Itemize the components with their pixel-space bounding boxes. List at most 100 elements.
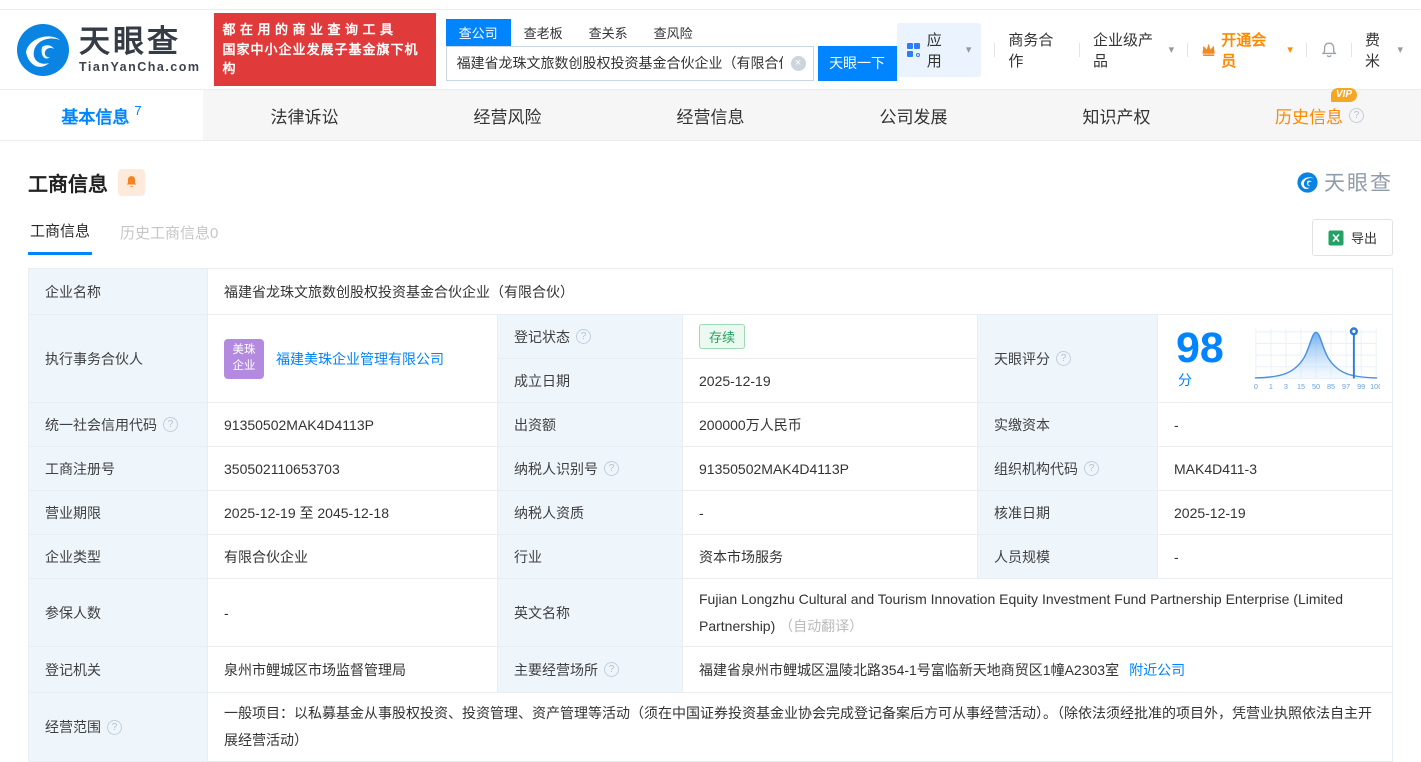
english-name-value: Fujian Longzhu Cultural and Tourism Inno…: [683, 579, 1392, 647]
address-value: 福建省泉州市鲤城区温陵北路354-1号富临新天地商贸区1幢A2303室 附近公司: [683, 647, 1392, 693]
apps-grid-icon: [906, 42, 920, 57]
tax-qualification-value: -: [683, 491, 978, 535]
svg-text:3: 3: [1284, 382, 1288, 391]
term-label: 营业期限: [29, 491, 208, 535]
menu-divider: [1305, 42, 1307, 57]
tab-basic-info[interactable]: 基本信息 7: [0, 90, 203, 140]
company-type-label: 企业类型: [29, 535, 208, 579]
company-name-value: 福建省龙珠文旅数创股权投资基金合伙企业（有限合伙）: [208, 269, 1392, 315]
partner-company-avatar[interactable]: 美珠 企业: [224, 338, 264, 379]
svg-text:99: 99: [1357, 382, 1365, 391]
help-icon[interactable]: [1084, 461, 1099, 476]
subscribe-bell-button[interactable]: [118, 168, 145, 196]
help-icon[interactable]: [107, 719, 122, 735]
brand-name: 天眼查: [79, 23, 181, 59]
subtab-row: 工商信息 历史工商信息0 导出: [28, 219, 1393, 256]
company-name-label: 企业名称: [29, 269, 208, 315]
capital-value: 200000万人民币: [683, 403, 978, 447]
uscc-label: 统一社会信用代码: [29, 403, 208, 447]
score-label: 天眼评分: [978, 315, 1158, 403]
tax-id-label: 纳税人识别号: [498, 447, 683, 491]
search-tabs: 查公司 查老板 查关系 查风险: [445, 18, 897, 46]
term-value: 2025-12-19 至 2045-12-18: [208, 491, 498, 535]
tax-id-value: 91350502MAK4D4113P: [683, 447, 978, 491]
score-cell: 98分 0 1 3 15 50 85 97 99 10: [1158, 315, 1392, 403]
watermark-text: 天眼查: [1324, 172, 1393, 195]
help-icon[interactable]: [604, 461, 619, 476]
est-date-value: 2025-12-19: [683, 359, 978, 403]
help-icon[interactable]: [163, 417, 178, 432]
search-tab-relation[interactable]: 查关系: [576, 19, 641, 46]
excel-icon: [1328, 230, 1344, 245]
svg-text:15: 15: [1297, 382, 1305, 391]
svg-text:100: 100: [1370, 382, 1380, 391]
scope-label: 经营范围: [29, 693, 208, 761]
authority-label: 登记机关: [29, 647, 208, 693]
search-button[interactable]: 天眼一下: [817, 45, 897, 81]
menu-cooperation[interactable]: 商务合作: [1008, 29, 1066, 71]
tab-legal-litigation[interactable]: 法律诉讼: [203, 90, 406, 140]
header-menu: 应用 商务合作 企业级产品 开通会员 费米: [896, 22, 1403, 77]
svg-text:0: 0: [1254, 382, 1258, 391]
tianyancha-logo-icon: [17, 23, 69, 76]
partner-company-link[interactable]: 福建美珠企业管理有限公司: [276, 349, 444, 369]
search-input[interactable]: [445, 45, 814, 81]
section-title: 工商信息: [28, 173, 108, 196]
tax-qualification-label: 纳税人资质: [498, 491, 683, 535]
menu-divider: [994, 42, 996, 57]
address-label: 主要经营场所: [498, 647, 683, 693]
tab-company-development[interactable]: 公司发展: [812, 90, 1015, 140]
notification-bell-icon: [126, 176, 137, 188]
uscc-value: 91350502MAK4D4113P: [208, 403, 498, 447]
menu-divider: [1351, 42, 1352, 57]
notifications-bell-icon[interactable]: [1320, 40, 1338, 60]
svg-text:97: 97: [1342, 382, 1350, 391]
tianyancha-watermark-icon: [1297, 171, 1318, 193]
subtab-business-registration[interactable]: 工商信息: [28, 220, 93, 255]
reg-no-value: 350502110653703: [208, 447, 498, 491]
paid-capital-label: 实缴资本: [978, 403, 1158, 447]
staff-size-value: -: [1158, 535, 1392, 579]
company-nav-tabs: 基本信息 7 法律诉讼 经营风险 经营信息 公司发展 知识产权 历史信息 VIP: [0, 87, 1421, 141]
english-name-label: 英文名称: [498, 579, 683, 647]
menu-open-vip[interactable]: 开通会员: [1201, 29, 1293, 71]
help-icon[interactable]: [576, 329, 591, 344]
vip-badge: VIP: [1330, 87, 1357, 102]
clear-search-icon[interactable]: [790, 55, 806, 71]
paid-capital-value: -: [1158, 403, 1392, 447]
approval-date-value: 2025-12-19: [1158, 491, 1392, 535]
partner-label: 执行事务合伙人: [29, 315, 208, 403]
capital-label: 出资额: [498, 403, 683, 447]
partner-cell: 美珠 企业 福建美珠企业管理有限公司: [208, 315, 498, 403]
help-icon[interactable]: [1349, 107, 1364, 123]
org-code-value: MAK4D411-3: [1158, 447, 1392, 491]
reg-status-label: 登记状态: [498, 315, 683, 359]
industry-label: 行业: [498, 535, 683, 579]
menu-divider: [1079, 42, 1080, 57]
apps-menu[interactable]: 应用: [896, 22, 982, 77]
help-icon[interactable]: [1056, 351, 1071, 366]
menu-divider: [1187, 42, 1189, 57]
user-menu[interactable]: 费米: [1365, 29, 1403, 71]
menu-enterprise-products[interactable]: 企业级产品: [1093, 29, 1174, 71]
tab-operating-risk[interactable]: 经营风险: [406, 90, 609, 140]
help-icon[interactable]: [604, 662, 619, 677]
status-badge: 存续: [699, 324, 746, 349]
search-tab-boss[interactable]: 查老板: [511, 19, 576, 46]
subtab-history-registration[interactable]: 历史工商信息0: [118, 222, 220, 254]
promo-banner: 都在用的商业查询工具 国家中小企业发展子基金旗下机构: [213, 13, 436, 86]
search-tab-company[interactable]: 查公司: [445, 18, 511, 46]
tab-history-info[interactable]: 历史信息 VIP: [1218, 87, 1421, 140]
search-tab-risk[interactable]: 查风险: [641, 19, 706, 46]
nearby-companies-link[interactable]: 附近公司: [1129, 660, 1185, 680]
auto-translate-note: （自动翻译）: [779, 617, 864, 634]
reg-no-label: 工商注册号: [29, 447, 208, 491]
insured-label: 参保人数: [29, 579, 208, 647]
tianyancha-logo[interactable]: 天眼查 TianYanCha.com: [16, 23, 201, 77]
tab-intellectual-property[interactable]: 知识产权: [1015, 90, 1218, 140]
export-button[interactable]: 导出: [1311, 219, 1393, 256]
score-axis-ticks: 0 1 3 15 50 85 97 99 100: [1254, 382, 1380, 391]
tab-business-info[interactable]: 经营信息: [609, 90, 812, 140]
watermark: 天眼查: [1297, 167, 1393, 197]
promo-line1: 都在用的商业查询工具: [222, 22, 398, 38]
